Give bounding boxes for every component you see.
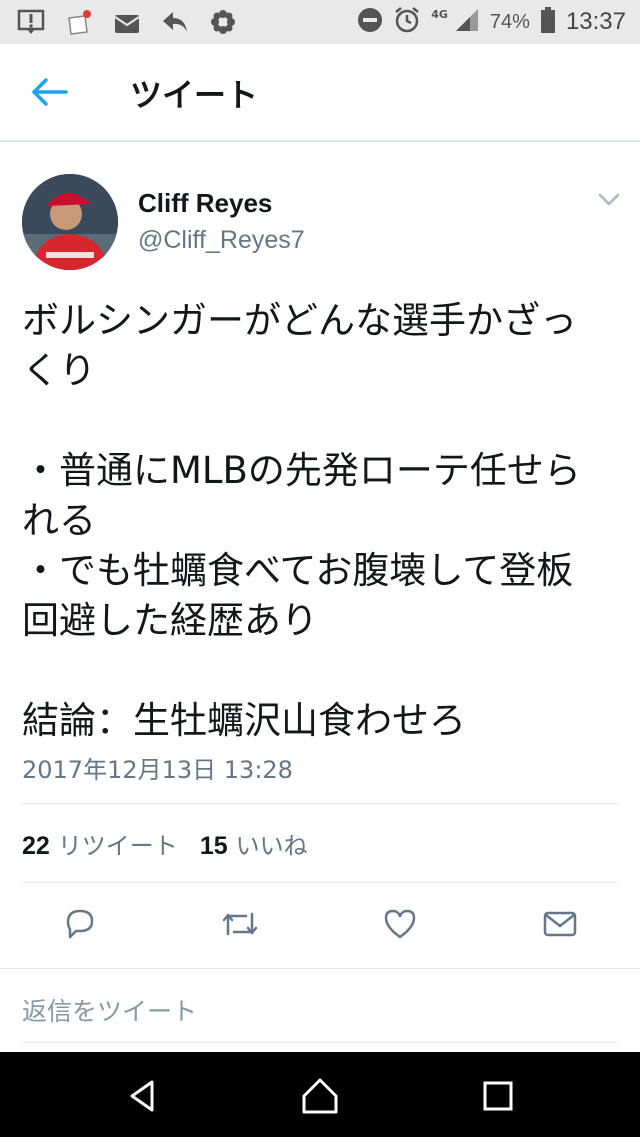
nav-home-button[interactable] [300,1076,340,1116]
tweet-line: 結論：生牡蠣沢山食わせろ [22,699,466,742]
home-icon [302,1078,338,1114]
mail-app-icon [112,7,142,37]
back-arrow-icon [32,78,68,106]
tweet-timestamp: 2017年12月13日 13:28 [22,756,293,784]
nav-back-button[interactable] [122,1076,162,1116]
retweet-button[interactable] [220,904,260,944]
status-bar: 4G 74% 13:37 [0,0,640,44]
system-nav-bar [0,1052,640,1137]
alert-box-icon [16,7,46,37]
triangle-back-icon [130,1080,154,1112]
like-button[interactable] [380,904,420,944]
reply-arrow-icon [160,7,190,37]
battery-icon [540,6,556,38]
back-button[interactable] [30,74,70,110]
retweet-count: 22 [22,832,50,860]
clock-time: 13:37 [565,8,626,35]
tweet-line: ボルシンガーがどんな選手かざっ [22,299,577,342]
reply-button[interactable] [60,904,100,944]
heart-icon [384,909,416,939]
like-count-link[interactable]: 15 いいね [200,826,308,861]
tweet-stats: 22 リツイート 15 いいね [22,826,308,861]
nav-recents-button[interactable] [478,1076,518,1116]
retweet-count-link[interactable]: 22 リツイート [22,826,178,861]
reply-input[interactable]: 返信をツイート [22,992,197,1028]
author-handle[interactable]: @Cliff_Reyes7 [138,226,305,255]
retweet-icon [222,912,258,936]
divider [22,882,618,883]
notification-app-icon [64,7,94,37]
retweet-count-label: リツイート [57,832,178,860]
network-type-label: 4G [431,7,448,21]
tweet-line [22,646,622,696]
chevron-down-icon [598,193,620,206]
tweet-menu-button[interactable] [598,192,620,208]
signal-icon [454,7,480,37]
battery-percentage: 74% [489,10,530,33]
avatar[interactable] [22,174,118,270]
tweet-actions [0,900,640,952]
tweet-text: ボルシンガーがどんな選手かざっ くり ・普通にMLBの先発ローテ任せら れる ・… [22,296,622,746]
like-count-label: いいね [235,832,308,860]
tweet-line: 回避した経歴あり [22,599,318,642]
tweet-line: ・でも牡蠣食べてお腹壊して登板 [22,549,574,592]
do-not-disturb-icon [357,7,383,37]
square-recents-icon [483,1081,513,1111]
tweet-line [22,396,622,446]
flower-app-icon [208,7,238,37]
envelope-icon [543,911,577,937]
tweet-line: くり [22,349,96,392]
alarm-icon [393,6,421,38]
divider [22,1042,618,1043]
tweet-line: れる [22,499,96,542]
divider [22,803,618,804]
share-dm-button[interactable] [540,904,580,944]
tweet-line: ・普通にMLBの先発ローテ任せら [22,449,581,492]
app-header: ツイート [0,44,640,142]
divider [0,968,640,969]
like-count: 15 [199,832,228,860]
author-name[interactable]: Cliff Reyes [138,188,272,219]
reply-icon [66,909,94,939]
page-title: ツイート [130,76,259,114]
